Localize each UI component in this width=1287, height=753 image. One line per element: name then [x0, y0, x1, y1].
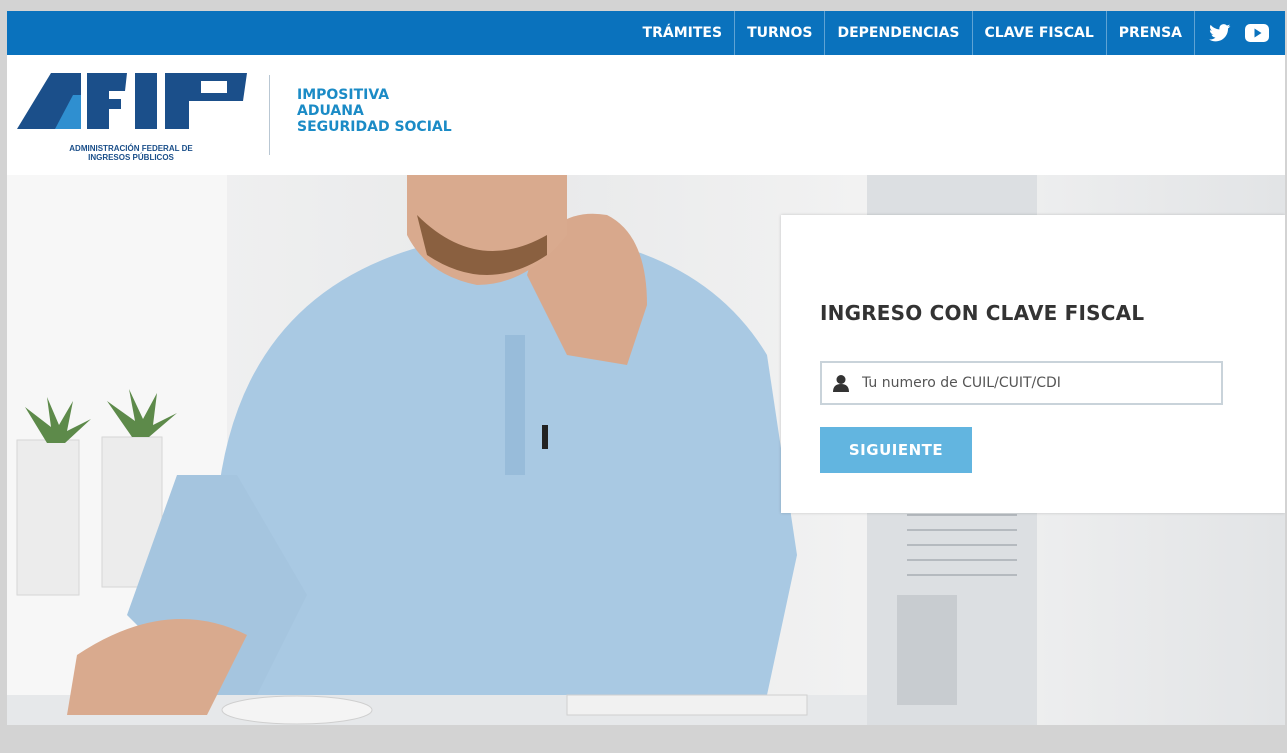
twitter-icon[interactable] [1209, 24, 1231, 42]
next-button[interactable]: SIGUIENTE [820, 427, 972, 473]
cuil-field[interactable] [820, 361, 1223, 405]
page-frame: TRÁMITES TURNOS DEPENDENCIAS CLAVE FISCA… [7, 11, 1285, 725]
site-header: ADMINISTRACIÓN FEDERAL DE INGRESOS PÚBLI… [7, 55, 1285, 175]
tagline-aduana: ADUANA [297, 103, 364, 119]
nav-turnos[interactable]: TURNOS [734, 11, 824, 55]
top-nav-bar: TRÁMITES TURNOS DEPENDENCIAS CLAVE FISCA… [7, 11, 1285, 55]
logo-caption-line2: INGRESOS PÚBLICOS [88, 153, 174, 162]
nav-clave-fiscal[interactable]: CLAVE FISCAL [971, 11, 1106, 55]
youtube-icon[interactable] [1245, 24, 1269, 42]
main-nav: TRÁMITES TURNOS DEPENDENCIAS CLAVE FISCA… [631, 11, 1275, 55]
nav-tramites[interactable]: TRÁMITES [631, 11, 735, 55]
nav-dependencias[interactable]: DEPENDENCIAS [824, 11, 971, 55]
logo-caption-line1: ADMINISTRACIÓN FEDERAL DE [69, 144, 193, 153]
cuil-input[interactable] [862, 363, 1212, 403]
afip-logo[interactable]: ADMINISTRACIÓN FEDERAL DE INGRESOS PÚBLI… [17, 71, 247, 162]
nav-prensa[interactable]: PRENSA [1105, 11, 1194, 55]
header-divider [269, 75, 270, 155]
tagline-seguridad-social: SEGURIDAD SOCIAL [297, 119, 452, 135]
tagline-impositiva: IMPOSITIVA [297, 87, 390, 103]
user-icon [832, 374, 850, 396]
tagline: IMPOSITIVA ADUANA SEGURIDAD SOCIAL [297, 87, 452, 135]
logo-caption: ADMINISTRACIÓN FEDERAL DE INGRESOS PÚBLI… [31, 144, 231, 162]
afip-logo-mark [17, 73, 247, 129]
login-title: INGRESO CON CLAVE FISCAL [820, 301, 1145, 325]
social-links [1194, 11, 1275, 55]
login-card: INGRESO CON CLAVE FISCAL SIGUIENTE [781, 215, 1285, 513]
